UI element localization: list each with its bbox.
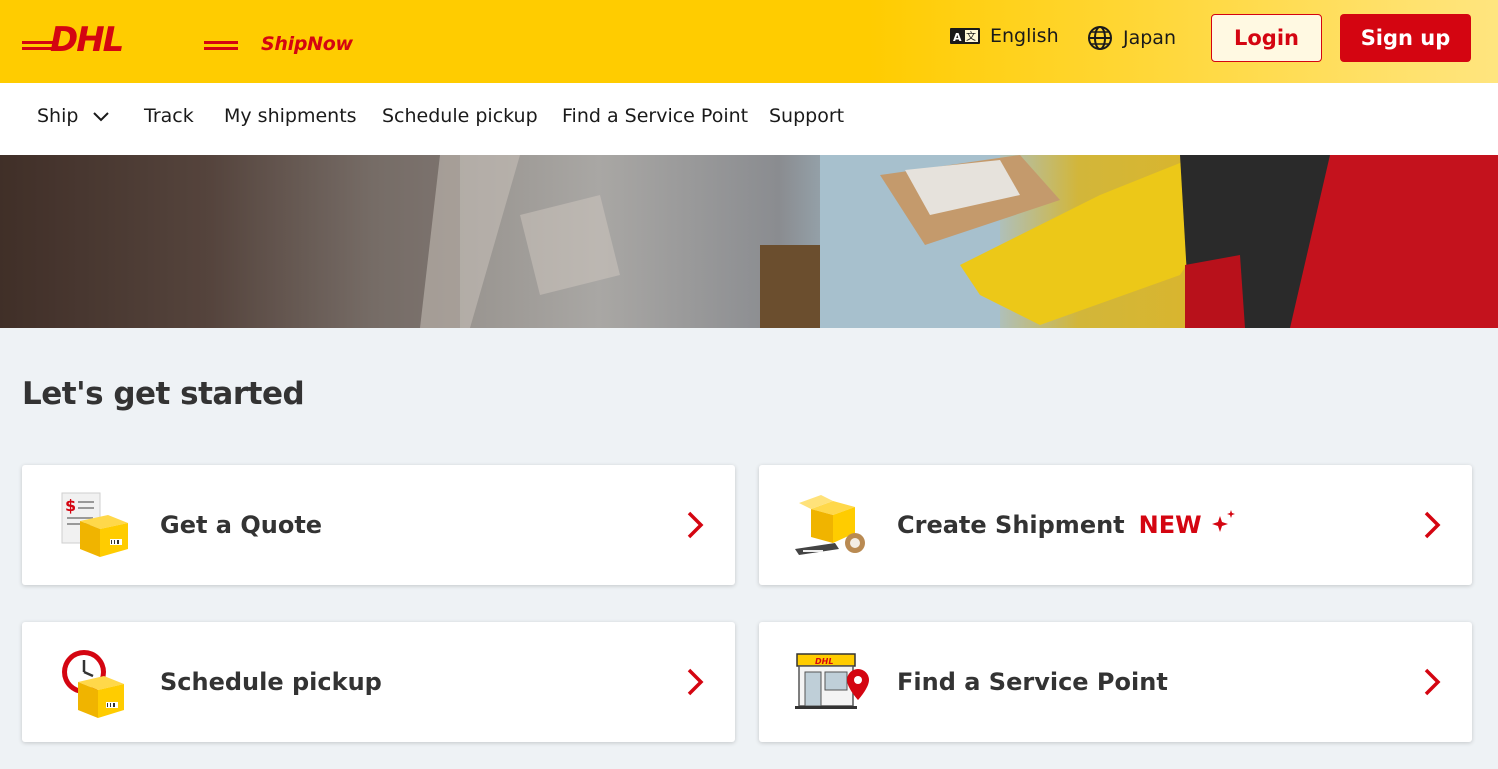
nav-item-support[interactable]: Support xyxy=(769,105,844,127)
top-header: DHL ShipNow A 文 English Japan Login Sign… xyxy=(0,0,1498,83)
nav-item-label: Find a Service Point xyxy=(562,105,749,127)
page-heading: Let's get started xyxy=(22,376,305,412)
svg-text:文: 文 xyxy=(966,30,976,43)
chevron-right-icon xyxy=(1424,668,1441,696)
shipment-box-icon xyxy=(795,495,865,555)
nav-item-schedule-pickup[interactable]: Schedule pickup xyxy=(382,105,538,127)
card-label: Create Shipment NEW xyxy=(897,510,1238,539)
sparkle-icon xyxy=(1211,510,1235,532)
country-label: Japan xyxy=(1123,27,1176,49)
dhl-logo[interactable]: DHL xyxy=(22,22,238,56)
language-label: English xyxy=(990,25,1059,47)
get-a-quote-card[interactable]: $ Get a Quote xyxy=(22,465,735,585)
card-label: Get a Quote xyxy=(160,511,322,539)
card-title: Create Shipment xyxy=(897,511,1125,539)
quote-box-icon: $ xyxy=(61,492,128,557)
nav-item-find-service-point[interactable]: Find a Service Point xyxy=(562,105,748,127)
nav-item-label: My shipments xyxy=(224,105,357,127)
language-selector[interactable]: A 文 English xyxy=(950,25,1059,47)
card-title: Schedule pickup xyxy=(160,668,382,696)
service-point-store-icon: DHL xyxy=(795,653,869,709)
signup-button[interactable]: Sign up xyxy=(1340,14,1471,62)
logo-text: DHL xyxy=(50,22,123,56)
schedule-pickup-card[interactable]: Schedule pickup xyxy=(22,622,735,742)
nav-item-label: Schedule pickup xyxy=(382,105,538,127)
create-shipment-card[interactable]: Create Shipment NEW xyxy=(759,465,1472,585)
chevron-right-icon xyxy=(1424,511,1441,539)
card-title: Get a Quote xyxy=(160,511,323,539)
hero-image xyxy=(0,155,1498,328)
nav-item-label: Support xyxy=(769,105,845,127)
app-name: ShipNow xyxy=(261,33,353,55)
new-badge: NEW xyxy=(1138,511,1202,539)
nav-item-my-shipments[interactable]: My shipments xyxy=(224,105,357,127)
hero-banner xyxy=(0,155,1498,328)
card-title: Find a Service Point xyxy=(897,668,1168,696)
chevron-right-icon xyxy=(687,511,704,539)
chevron-right-icon xyxy=(687,668,704,696)
chevron-down-icon xyxy=(93,112,110,122)
country-selector[interactable]: Japan xyxy=(1087,25,1176,51)
card-label: Schedule pickup xyxy=(160,668,382,696)
svg-text:A: A xyxy=(953,31,962,44)
nav-item-track[interactable]: Track xyxy=(144,105,194,127)
svg-text:$: $ xyxy=(65,496,76,515)
clock-box-icon xyxy=(62,650,124,718)
nav-item-label: Track xyxy=(144,105,194,127)
globe-icon xyxy=(1088,26,1112,50)
nav-item-label: Ship xyxy=(37,105,79,127)
find-service-point-card[interactable]: DHL Find a Service Point xyxy=(759,622,1472,742)
translate-icon: A 文 xyxy=(950,28,980,44)
svg-text:DHL: DHL xyxy=(815,657,833,666)
main-nav: Ship Track My shipments Schedule pickup … xyxy=(0,83,1498,155)
login-button[interactable]: Login xyxy=(1211,14,1322,62)
nav-item-ship[interactable]: Ship xyxy=(37,105,110,127)
card-label: Find a Service Point xyxy=(897,668,1168,696)
